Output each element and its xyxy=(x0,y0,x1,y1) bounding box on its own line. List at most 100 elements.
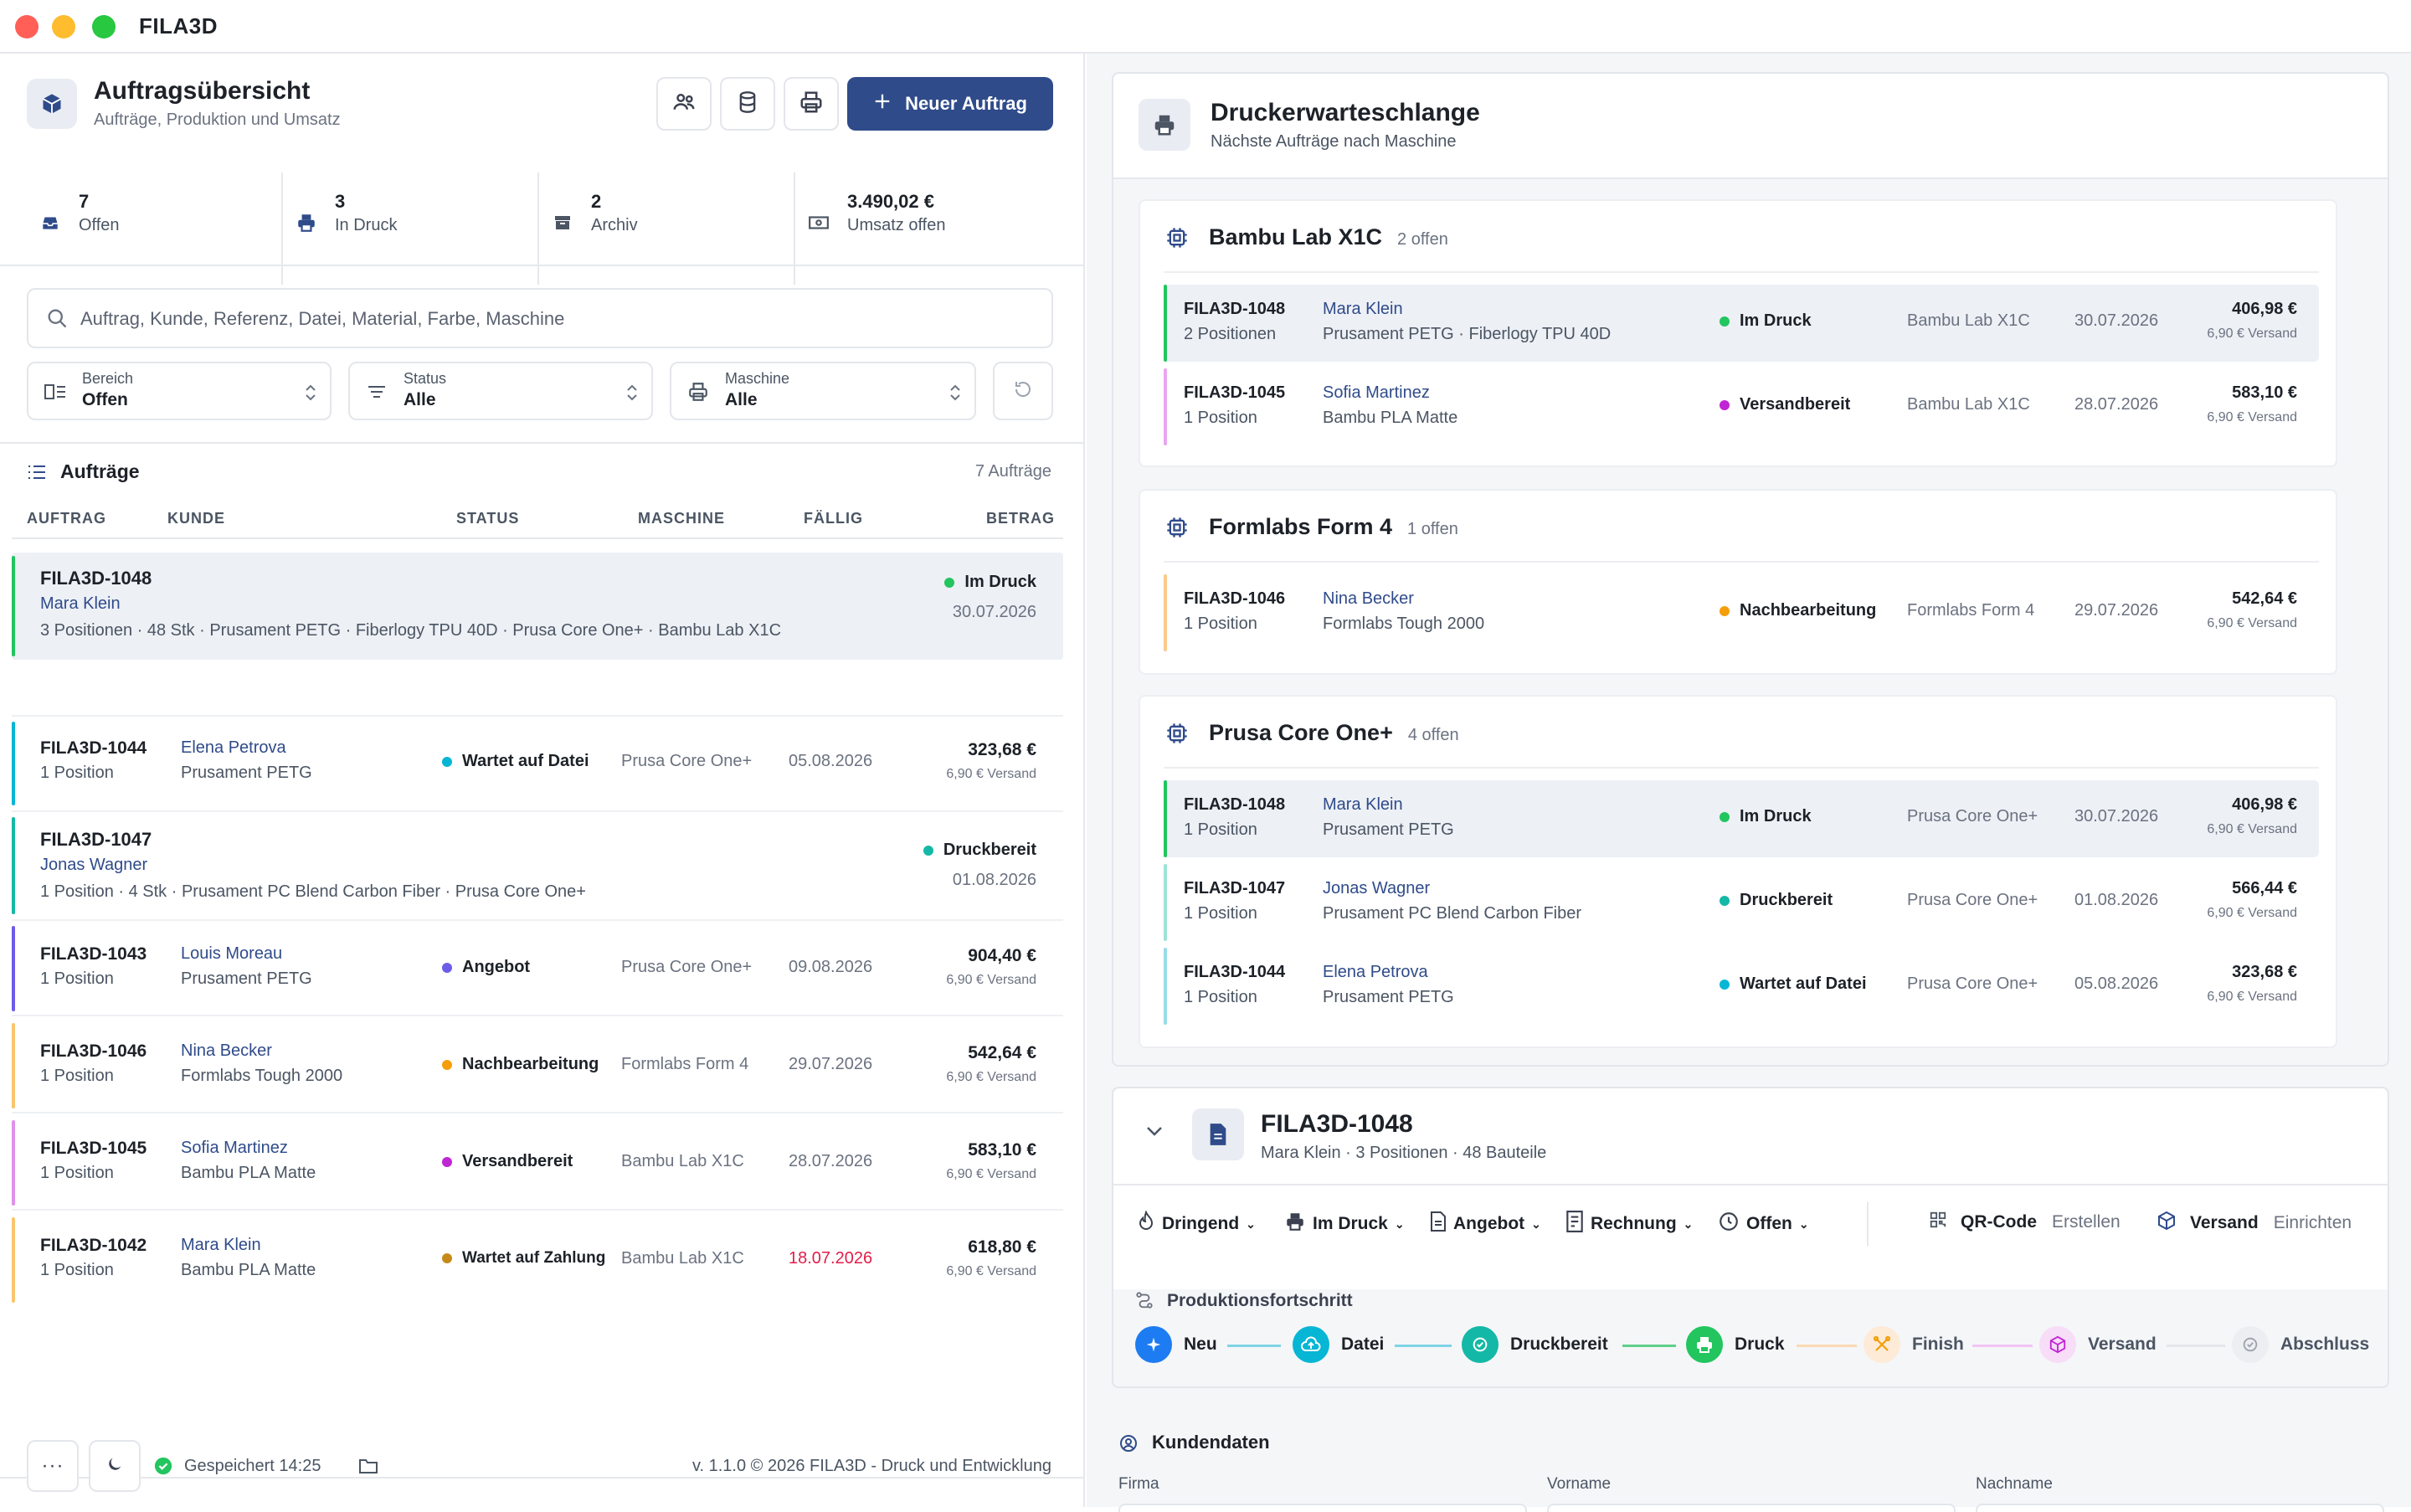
queue-row[interactable]: FILA3D-1048 2 Positionen Mara Klein Prus… xyxy=(1164,285,2319,362)
step-print[interactable]: Druck xyxy=(1686,1326,1785,1363)
queue-row[interactable]: FILA3D-1047 1 Position Jonas Wagner Prus… xyxy=(1164,864,2319,941)
qr-code-action[interactable]: QR-Code Erstellen xyxy=(1929,1211,2121,1234)
chevron-down-icon: ⌄ xyxy=(1531,1216,1541,1231)
status-label: Druckbereit xyxy=(943,841,1036,859)
column-header-status[interactable]: STATUS xyxy=(456,510,519,527)
customer-link[interactable]: Elena Petrova xyxy=(1323,963,1428,982)
machine-card-prusa: Prusa Core One+ 4 offen FILA3D-1048 1 Pos… xyxy=(1139,695,2337,1048)
customer-link[interactable]: Nina Becker xyxy=(181,1041,272,1061)
step-label: Druck xyxy=(1735,1335,1785,1354)
payment-dropdown[interactable]: Offen ⌄ xyxy=(1718,1211,1809,1237)
filter-label: Bereich xyxy=(82,370,134,387)
layout-icon xyxy=(42,380,69,404)
step-file[interactable]: Datei xyxy=(1293,1326,1384,1363)
invoice-dropdown[interactable]: Rechnung ⌄ xyxy=(1565,1211,1693,1237)
order-id: FILA3D-1047 xyxy=(40,829,152,850)
customer-link[interactable]: Mara Klein xyxy=(181,1236,261,1255)
table-row[interactable]: FILA3D-1042 1 Position Mara Klein Bambu … xyxy=(12,1214,1063,1306)
machine-name-text: Formlabs Form 4 xyxy=(1209,514,1393,539)
step-new[interactable]: Neu xyxy=(1135,1326,1217,1363)
machine: Prusa Core One+ xyxy=(1907,975,2038,993)
due-date: 09.08.2026 xyxy=(789,958,873,976)
print-button[interactable] xyxy=(784,77,839,131)
step-shipping[interactable]: Versand xyxy=(2039,1326,2157,1363)
zoom-window-button[interactable] xyxy=(92,15,116,39)
filter-machine-select[interactable]: Maschine Alle xyxy=(670,362,976,420)
customer-link[interactable]: Sofia Martinez xyxy=(181,1139,288,1158)
minimize-window-button[interactable] xyxy=(52,15,75,39)
customers-button[interactable] xyxy=(656,77,712,131)
printer-icon xyxy=(1139,99,1190,151)
customer-link[interactable]: Jonas Wagner xyxy=(40,856,147,875)
status-bar xyxy=(1164,948,1167,1025)
queue-row[interactable]: FILA3D-1046 1 Position Nina Becker Forml… xyxy=(1164,574,2319,651)
customer-section-title: Kundendaten xyxy=(1152,1432,1270,1453)
step-connector xyxy=(1797,1345,1857,1347)
new-order-button[interactable]: Neuer Auftrag xyxy=(847,77,1053,131)
database-button[interactable] xyxy=(720,77,775,131)
company-field[interactable] xyxy=(1118,1504,1527,1512)
customer-link[interactable]: Mara Klein xyxy=(1323,795,1403,815)
status-bar xyxy=(12,556,15,656)
machine: Prusa Core One+ xyxy=(621,958,753,976)
document-icon xyxy=(1192,1108,1244,1160)
search-input[interactable]: Auftrag, Kunde, Referenz, Datei, Materia… xyxy=(27,288,1053,348)
customer-link[interactable]: Sofia Martinez xyxy=(1323,383,1430,403)
divider xyxy=(0,442,1085,444)
progress-title: Produktionsfortschritt xyxy=(1167,1291,1353,1310)
shipping-action[interactable]: Versand Einrichten xyxy=(2157,1211,2352,1236)
table-row[interactable]: FILA3D-1044 1 Position Elena Petrova Pru… xyxy=(12,718,1063,809)
customer-link[interactable]: Louis Moreau xyxy=(181,944,282,964)
step-complete[interactable]: Abschluss xyxy=(2232,1326,2369,1363)
folder-icon[interactable] xyxy=(358,1457,378,1479)
order-details: 1 Position · 4 Stk · Prusament PC Blend … xyxy=(40,882,586,901)
stat-value: 7 xyxy=(79,191,90,212)
step-finish[interactable]: Finish xyxy=(1864,1326,1964,1363)
print-status-dropdown[interactable]: Im Druck ⌄ xyxy=(1284,1211,1405,1237)
filter-status-select[interactable]: Status Alle xyxy=(348,362,653,420)
table-row[interactable]: FILA3D-1045 1 Position Sofia Martinez Ba… xyxy=(12,1117,1063,1209)
step-print-ready[interactable]: Druckbereit xyxy=(1462,1326,1608,1363)
box-icon xyxy=(27,79,77,129)
status-label: Im Druck xyxy=(1740,807,1812,825)
filter-area-select[interactable]: Bereich Offen xyxy=(27,362,332,420)
column-header-order[interactable]: AUFTRAG xyxy=(27,510,106,527)
table-row[interactable]: FILA3D-1048 Mara Klein 3 Positionen · 48… xyxy=(12,553,1063,660)
column-header-amount[interactable]: BETRAG xyxy=(986,510,1055,527)
column-header-due[interactable]: FÄLLIG xyxy=(804,510,863,527)
reset-filters-button[interactable] xyxy=(993,362,1053,420)
amount: 904,40 € xyxy=(968,946,1036,965)
order-id: FILA3D-1044 xyxy=(40,738,147,758)
lastname-field[interactable] xyxy=(1976,1504,2384,1512)
machine: Bambu Lab X1C xyxy=(621,1249,744,1268)
table-row[interactable]: FILA3D-1047 Jonas Wagner 1 Position · 4 … xyxy=(12,814,1063,918)
close-window-button[interactable] xyxy=(15,15,39,39)
offer-dropdown[interactable]: Angebot ⌄ xyxy=(1430,1211,1541,1237)
queue-row[interactable]: FILA3D-1048 1 Position Mara Klein Prusam… xyxy=(1164,780,2319,857)
due-date: 30.07.2026 xyxy=(2074,311,2159,330)
filter-icon xyxy=(363,380,390,404)
machine-open-count: 4 offen xyxy=(1407,726,1459,744)
table-row[interactable]: FILA3D-1046 1 Position Nina Becker Forml… xyxy=(12,1020,1063,1112)
positions: 1 Position xyxy=(1184,988,1257,1006)
customer-link[interactable]: Nina Becker xyxy=(1323,589,1414,609)
status-badge: Versandbereit xyxy=(1720,395,1850,414)
table-row[interactable]: FILA3D-1043 1 Position Louis Moreau Prus… xyxy=(12,923,1063,1015)
queue-row[interactable]: FILA3D-1045 1 Position Sofia Martinez Ba… xyxy=(1164,368,2319,445)
column-header-machine[interactable]: MASCHINE xyxy=(638,510,725,527)
customer-link[interactable]: Mara Klein xyxy=(40,594,121,614)
customer-link[interactable]: Mara Klein xyxy=(1323,300,1403,319)
queue-row[interactable]: FILA3D-1044 1 Position Elena Petrova Pru… xyxy=(1164,948,2319,1025)
priority-dropdown[interactable]: Dringend ⌄ xyxy=(1137,1210,1256,1237)
dark-mode-button[interactable] xyxy=(89,1440,141,1492)
machine: Formlabs Form 4 xyxy=(1907,601,2035,620)
step-connector xyxy=(1395,1345,1452,1347)
status-bar xyxy=(12,1217,15,1303)
customer-link[interactable]: Elena Petrova xyxy=(181,738,286,758)
status-label: Im Druck xyxy=(1740,311,1812,330)
column-header-customer[interactable]: KUNDE xyxy=(167,510,225,527)
chevron-down-icon[interactable] xyxy=(1145,1125,1164,1141)
customer-link[interactable]: Jonas Wagner xyxy=(1323,879,1430,898)
more-button[interactable]: ··· xyxy=(27,1440,79,1492)
firstname-field[interactable] xyxy=(1547,1504,1956,1512)
